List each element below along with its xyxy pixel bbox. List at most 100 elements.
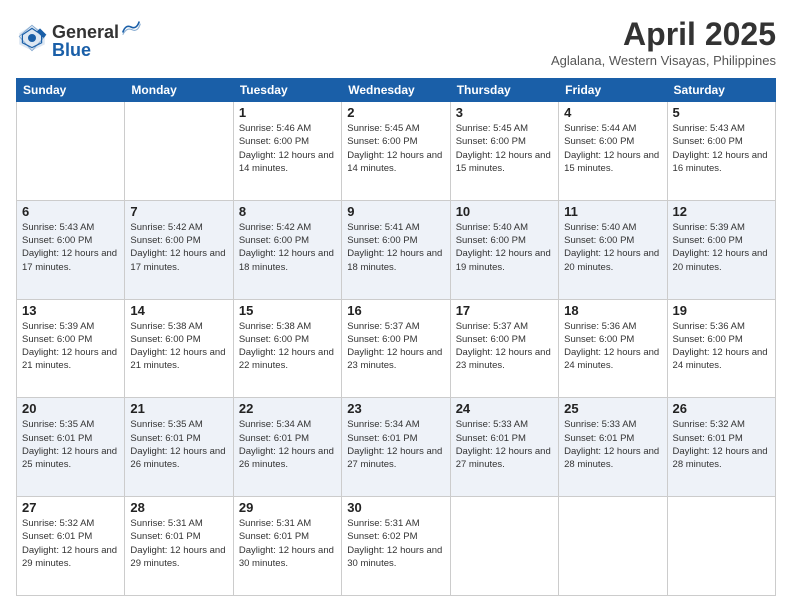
calendar: Sunday Monday Tuesday Wednesday Thursday… [16,78,776,596]
day-number: 26 [673,401,770,416]
col-tuesday: Tuesday [233,79,341,102]
day-number: 27 [22,500,119,515]
day-info: Sunrise: 5:37 AM Sunset: 6:00 PM Dayligh… [347,320,444,373]
day-number: 4 [564,105,661,120]
day-number: 12 [673,204,770,219]
calendar-cell: 6 Sunrise: 5:43 AM Sunset: 6:00 PM Daylig… [17,200,125,299]
col-thursday: Thursday [450,79,558,102]
day-number: 24 [456,401,553,416]
calendar-cell: 10 Sunrise: 5:40 AM Sunset: 6:00 PM Dayli… [450,200,558,299]
calendar-cell: 12 Sunrise: 5:39 AM Sunset: 6:00 PM Dayli… [667,200,775,299]
day-info: Sunrise: 5:35 AM Sunset: 6:01 PM Dayligh… [130,418,227,471]
calendar-cell: 20 Sunrise: 5:35 AM Sunset: 6:01 PM Dayli… [17,398,125,497]
day-number: 30 [347,500,444,515]
calendar-cell: 15Sunrise: 5:38 AM Sunset: 6:00 PM Dayli… [233,299,341,398]
day-number: 9 [347,204,444,219]
week-row-1: 1Sunrise: 5:46 AM Sunset: 6:00 PM Daylig… [17,102,776,201]
page: General Blue April 2025 Aglalana, Wester… [0,0,792,612]
calendar-cell: 25 Sunrise: 5:33 AM Sunset: 6:01 PM Dayli… [559,398,667,497]
logo-general: General [52,23,119,41]
col-wednesday: Wednesday [342,79,450,102]
calendar-cell [450,497,558,596]
day-number: 22 [239,401,336,416]
day-number: 5 [673,105,770,120]
calendar-cell: 28Sunrise: 5:31 AM Sunset: 6:01 PM Dayli… [125,497,233,596]
calendar-cell: 7 Sunrise: 5:42 AM Sunset: 6:00 PM Daylig… [125,200,233,299]
calendar-cell: 16Sunrise: 5:37 AM Sunset: 6:00 PM Dayli… [342,299,450,398]
day-info: Sunrise: 5:35 AM Sunset: 6:01 PM Dayligh… [22,418,119,471]
day-info: Sunrise: 5:38 AM Sunset: 6:00 PM Dayligh… [130,320,227,373]
day-number: 7 [130,204,227,219]
day-info: Sunrise: 5:31 AM Sunset: 6:02 PM Dayligh… [347,517,444,570]
day-info: Sunrise: 5:39 AM Sunset: 6:00 PM Dayligh… [22,320,119,373]
day-info: Sunrise: 5:33 AM Sunset: 6:01 PM Dayligh… [456,418,553,471]
calendar-cell: 27 Sunrise: 5:32 AM Sunset: 6:01 PM Dayli… [17,497,125,596]
day-info: Sunrise: 5:43 AM Sunset: 6:00 PM Dayligh… [673,122,770,175]
calendar-cell: 2Sunrise: 5:45 AM Sunset: 6:00 PM Daylig… [342,102,450,201]
day-info: Sunrise: 5:34 AM Sunset: 6:01 PM Dayligh… [347,418,444,471]
week-row-2: 6 Sunrise: 5:43 AM Sunset: 6:00 PM Daylig… [17,200,776,299]
day-number: 2 [347,105,444,120]
day-info: Sunrise: 5:33 AM Sunset: 6:01 PM Dayligh… [564,418,661,471]
day-info: Sunrise: 5:41 AM Sunset: 6:00 PM Dayligh… [347,221,444,274]
logo-wave-icon [120,16,142,38]
logo-icon [16,22,48,54]
week-row-4: 20 Sunrise: 5:35 AM Sunset: 6:01 PM Dayli… [17,398,776,497]
day-info: Sunrise: 5:32 AM Sunset: 6:01 PM Dayligh… [22,517,119,570]
day-info: Sunrise: 5:40 AM Sunset: 6:00 PM Dayligh… [456,221,553,274]
calendar-cell [667,497,775,596]
logo-text: General Blue [52,16,143,59]
day-info: Sunrise: 5:42 AM Sunset: 6:00 PM Dayligh… [130,221,227,274]
day-info: Sunrise: 5:34 AM Sunset: 6:01 PM Dayligh… [239,418,336,471]
day-info: Sunrise: 5:36 AM Sunset: 6:00 PM Dayligh… [673,320,770,373]
day-info: Sunrise: 5:45 AM Sunset: 6:00 PM Dayligh… [456,122,553,175]
day-number: 19 [673,303,770,318]
calendar-cell: 11Sunrise: 5:40 AM Sunset: 6:00 PM Dayli… [559,200,667,299]
day-info: Sunrise: 5:36 AM Sunset: 6:00 PM Dayligh… [564,320,661,373]
day-info: Sunrise: 5:39 AM Sunset: 6:00 PM Dayligh… [673,221,770,274]
day-number: 10 [456,204,553,219]
month-year: April 2025 [551,16,776,53]
day-info: Sunrise: 5:32 AM Sunset: 6:01 PM Dayligh… [673,418,770,471]
title-block: April 2025 Aglalana, Western Visayas, Ph… [551,16,776,68]
col-sunday: Sunday [17,79,125,102]
day-number: 6 [22,204,119,219]
day-number: 14 [130,303,227,318]
day-number: 11 [564,204,661,219]
calendar-cell: 13Sunrise: 5:39 AM Sunset: 6:00 PM Dayli… [17,299,125,398]
day-number: 21 [130,401,227,416]
calendar-cell: 9 Sunrise: 5:41 AM Sunset: 6:00 PM Daylig… [342,200,450,299]
day-number: 23 [347,401,444,416]
logo: General Blue [16,16,143,59]
day-number: 29 [239,500,336,515]
calendar-cell: 22 Sunrise: 5:34 AM Sunset: 6:01 PM Dayli… [233,398,341,497]
calendar-cell: 29Sunrise: 5:31 AM Sunset: 6:01 PM Dayli… [233,497,341,596]
day-info: Sunrise: 5:43 AM Sunset: 6:00 PM Dayligh… [22,221,119,274]
day-number: 18 [564,303,661,318]
calendar-cell: 8 Sunrise: 5:42 AM Sunset: 6:00 PM Daylig… [233,200,341,299]
col-saturday: Saturday [667,79,775,102]
day-info: Sunrise: 5:38 AM Sunset: 6:00 PM Dayligh… [239,320,336,373]
header: General Blue April 2025 Aglalana, Wester… [16,16,776,68]
day-number: 8 [239,204,336,219]
location: Aglalana, Western Visayas, Philippines [551,53,776,68]
calendar-cell: 19 Sunrise: 5:36 AM Sunset: 6:00 PM Dayli… [667,299,775,398]
calendar-cell [125,102,233,201]
day-number: 20 [22,401,119,416]
day-info: Sunrise: 5:37 AM Sunset: 6:00 PM Dayligh… [456,320,553,373]
day-info: Sunrise: 5:46 AM Sunset: 6:00 PM Dayligh… [239,122,336,175]
day-number: 25 [564,401,661,416]
calendar-cell: 5 Sunrise: 5:43 AM Sunset: 6:00 PM Daylig… [667,102,775,201]
calendar-header-row: Sunday Monday Tuesday Wednesday Thursday… [17,79,776,102]
calendar-cell: 3Sunrise: 5:45 AM Sunset: 6:00 PM Daylig… [450,102,558,201]
calendar-cell: 18 Sunrise: 5:36 AM Sunset: 6:00 PM Dayli… [559,299,667,398]
week-row-5: 27 Sunrise: 5:32 AM Sunset: 6:01 PM Dayli… [17,497,776,596]
week-row-3: 13Sunrise: 5:39 AM Sunset: 6:00 PM Dayli… [17,299,776,398]
col-monday: Monday [125,79,233,102]
calendar-cell: 26 Sunrise: 5:32 AM Sunset: 6:01 PM Dayli… [667,398,775,497]
col-friday: Friday [559,79,667,102]
day-info: Sunrise: 5:42 AM Sunset: 6:00 PM Dayligh… [239,221,336,274]
logo-blue: Blue [52,40,91,60]
calendar-cell: 23 Sunrise: 5:34 AM Sunset: 6:01 PM Dayli… [342,398,450,497]
day-info: Sunrise: 5:44 AM Sunset: 6:00 PM Dayligh… [564,122,661,175]
